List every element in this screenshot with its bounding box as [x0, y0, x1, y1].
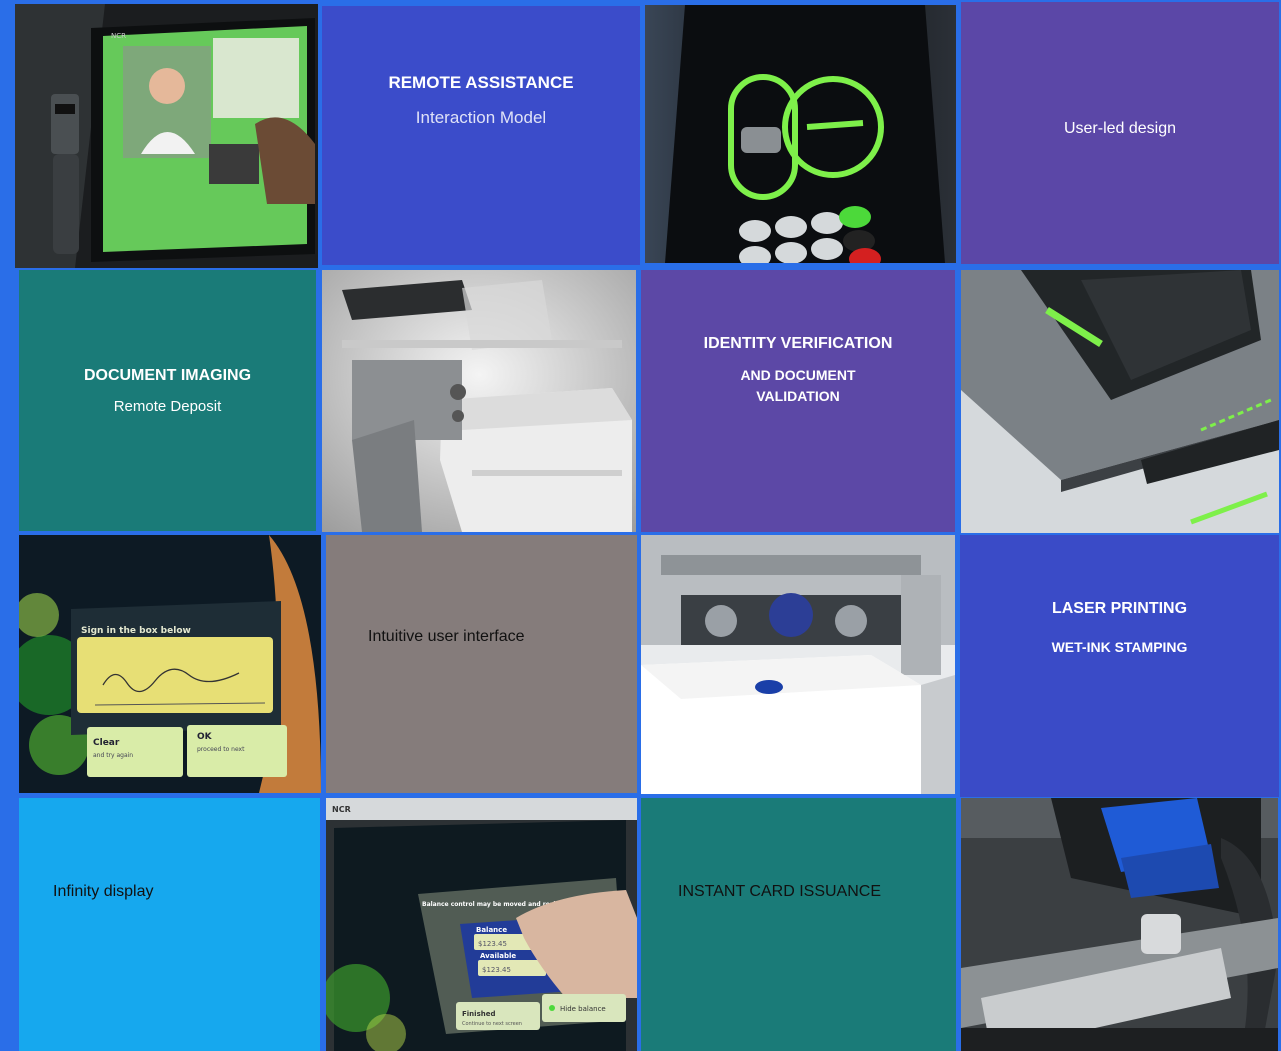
printer-module-photo[interactable] [322, 270, 636, 532]
ncr-logo-text: NCR [111, 32, 126, 40]
document-imaging-subtitle: Remote Deposit [113, 398, 222, 415]
document-imaging-tile[interactable]: DOCUMENT IMAGING Remote Deposit [19, 270, 316, 531]
wet-ink-stamping-subtitle: WET-INK STAMPING [1051, 639, 1188, 655]
intuitive-ui-title: Intuitive user interface [368, 628, 525, 645]
clear-label: Clear [93, 738, 120, 748]
balance-screen-photo[interactable]: NCR Balance control may be moved and res… [326, 798, 637, 1051]
remote-assistance-photo[interactable]: NCR [15, 4, 318, 268]
finished-sub: Continue to next screen [462, 1021, 522, 1027]
card-printer-photo[interactable] [961, 798, 1278, 1051]
instant-card-issuance-title: INSTANT CARD ISSUANCE [678, 883, 881, 900]
ok-label: OK [197, 732, 213, 742]
balance-value: $123.45 [478, 940, 507, 948]
contactless-reader-photo[interactable] [645, 5, 956, 263]
kiosk-top-photo[interactable] [961, 270, 1279, 533]
available-label: Available [480, 952, 516, 960]
finished-label: Finished [462, 1010, 495, 1018]
remote-assistance-subtitle: Interaction Model [415, 108, 547, 127]
available-value: $123.45 [482, 966, 511, 974]
remote-assistance-tile[interactable]: REMOTE ASSISTANCE Interaction Model [322, 6, 640, 265]
ok-sub: proceed to next [197, 746, 245, 753]
infinity-display-tile[interactable]: Infinity display [19, 798, 320, 1051]
ncr-brand: NCR [332, 805, 351, 814]
remote-assistance-title: REMOTE ASSISTANCE [388, 73, 574, 92]
stamping-mechanism-photo[interactable] [641, 535, 955, 794]
identity-verification-subtitle-1: AND DOCUMENT [740, 367, 856, 383]
intuitive-ui-tile[interactable]: Intuitive user interface [326, 535, 637, 793]
identity-verification-tile[interactable]: IDENTITY VERIFICATION AND DOCUMENT VALID… [641, 270, 955, 532]
user-led-design-title: User-led design [1063, 120, 1177, 137]
signature-screen-photo[interactable]: Sign in the box below Clear and try agai… [19, 535, 321, 793]
user-led-design-tile[interactable]: User-led design [961, 2, 1279, 264]
laser-printing-tile[interactable]: LASER PRINTING WET-INK STAMPING [960, 535, 1279, 797]
document-imaging-title: DOCUMENT IMAGING [83, 367, 252, 384]
clear-sub: and try again [93, 752, 133, 759]
balance-label: Balance [476, 926, 507, 934]
signature-prompt: Sign in the box below [81, 626, 191, 636]
instant-card-issuance-tile[interactable]: INSTANT CARD ISSUANCE [641, 798, 956, 1051]
infinity-display-title: Infinity display [53, 883, 154, 900]
laser-printing-title: LASER PRINTING [1051, 600, 1188, 617]
identity-verification-subtitle-2: VALIDATION [756, 388, 840, 404]
hide-balance-label: Hide balance [560, 1005, 606, 1013]
identity-verification-title: IDENTITY VERIFICATION [703, 335, 893, 352]
